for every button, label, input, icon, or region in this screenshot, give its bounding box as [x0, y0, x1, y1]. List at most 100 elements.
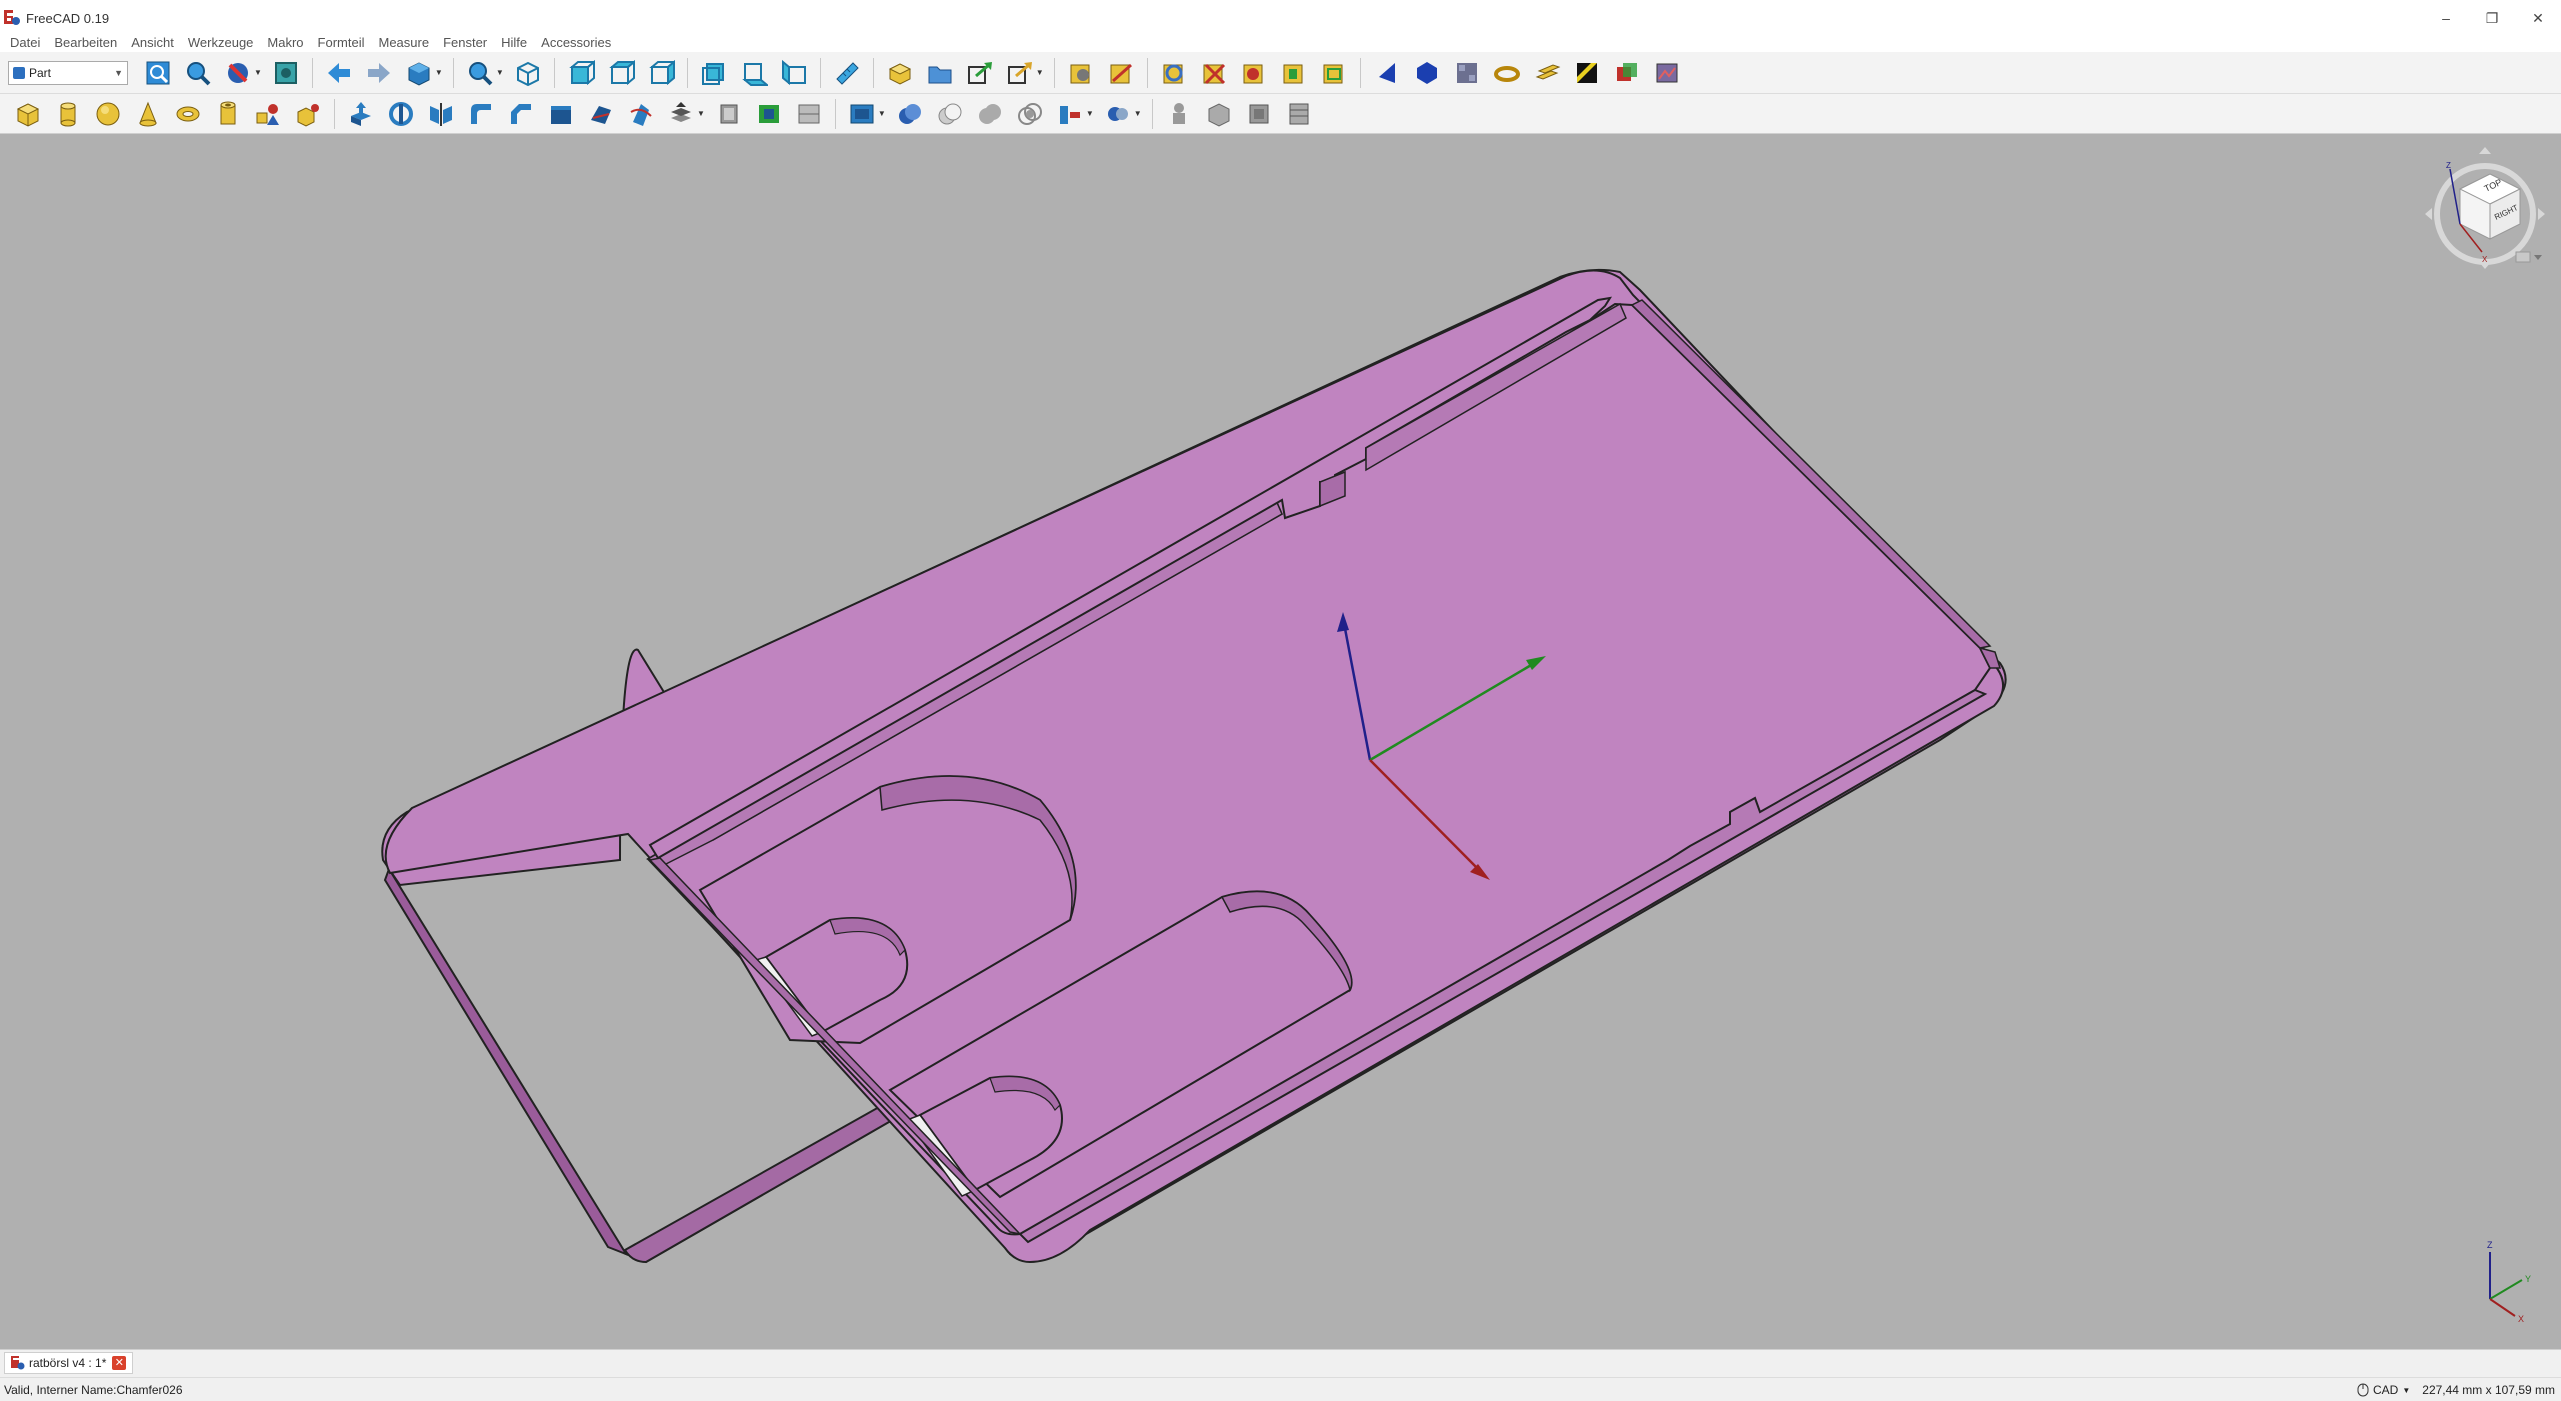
defeaturing-button[interactable]: [1202, 97, 1236, 131]
join-features-button[interactable]: [1101, 97, 1135, 131]
menu-accessories[interactable]: Accessories: [535, 35, 619, 50]
check-geometry-button[interactable]: [1162, 97, 1196, 131]
section-cut-button[interactable]: [1282, 97, 1316, 131]
mirror-button[interactable]: [424, 97, 458, 131]
chevron-down-icon[interactable]: ▼: [697, 109, 705, 118]
navigation-style-selector[interactable]: CAD ▼: [2357, 1383, 2410, 1397]
primitives-button[interactable]: [251, 97, 285, 131]
macro-ring-button[interactable]: [1490, 56, 1524, 90]
cut-button[interactable]: [933, 97, 967, 131]
3d-scene[interactable]: [0, 134, 2561, 1349]
forward-button[interactable]: [362, 56, 396, 90]
measure-toggle-all-button[interactable]: [1317, 56, 1351, 90]
measure-linear-button[interactable]: [1064, 56, 1098, 90]
chevron-down-icon[interactable]: ▼: [1134, 109, 1142, 118]
navigation-cube[interactable]: TOP RIGHT Z X: [2420, 144, 2550, 294]
view-top-button[interactable]: [604, 56, 638, 90]
menu-werkzeuge[interactable]: Werkzeuge: [182, 35, 262, 50]
rotate-right-icon[interactable]: [2538, 208, 2545, 220]
measure-clear-button[interactable]: [1197, 56, 1231, 90]
offset-button[interactable]: [664, 97, 698, 131]
menu-measure[interactable]: Measure: [372, 35, 437, 50]
measure-toggle-3d-button[interactable]: [1237, 56, 1271, 90]
std-views-button[interactable]: [402, 56, 436, 90]
torus-button[interactable]: [171, 97, 205, 131]
chevron-down-icon[interactable]: ▼: [496, 68, 504, 77]
draw-style-button[interactable]: [221, 56, 255, 90]
macro-image-button[interactable]: [1650, 56, 1684, 90]
macro-caution-button[interactable]: [1570, 56, 1604, 90]
fit-all-button[interactable]: [141, 56, 175, 90]
macro-blue-polygon-button[interactable]: [1410, 56, 1444, 90]
macro-blue-triangle-button[interactable]: [1370, 56, 1404, 90]
macro-stack-button[interactable]: [1530, 56, 1564, 90]
menu-bearbeiten[interactable]: Bearbeiten: [48, 35, 125, 50]
shape-builder-button[interactable]: [291, 97, 325, 131]
create-group-button[interactable]: [923, 56, 957, 90]
view-front-button[interactable]: [564, 56, 598, 90]
chevron-down-icon[interactable]: ▼: [1086, 109, 1094, 118]
measure-angular-button[interactable]: [1104, 56, 1138, 90]
bounding-box-button[interactable]: [269, 56, 303, 90]
measure-refresh-button[interactable]: [1157, 56, 1191, 90]
view-bottom-button[interactable]: [737, 56, 771, 90]
chamfer-button[interactable]: [504, 97, 538, 131]
cross-section-button[interactable]: [792, 97, 826, 131]
menu-fenster[interactable]: Fenster: [437, 35, 495, 50]
link-actions-button[interactable]: [1003, 56, 1037, 90]
menu-hilfe[interactable]: Hilfe: [495, 35, 535, 50]
minimize-icon[interactable]: –: [2423, 0, 2469, 36]
view-right-button[interactable]: [644, 56, 678, 90]
macro-texture-button[interactable]: [1450, 56, 1484, 90]
menu-ansicht[interactable]: Ansicht: [125, 35, 182, 50]
compound-tools-button[interactable]: [845, 97, 879, 131]
menu-makro[interactable]: Makro: [261, 35, 311, 50]
chevron-down-icon[interactable]: ▼: [1036, 68, 1044, 77]
attachment-button[interactable]: [1242, 97, 1276, 131]
close-icon[interactable]: ✕: [2515, 0, 2561, 36]
ruled-surface-button[interactable]: [584, 97, 618, 131]
split-tools-button[interactable]: [1053, 97, 1087, 131]
part-model[interactable]: [381, 268, 2007, 1264]
cylinder-button[interactable]: [51, 97, 85, 131]
rotate-down-icon[interactable]: [2479, 262, 2491, 269]
cube-button[interactable]: [11, 97, 45, 131]
view-isometric-button[interactable]: [511, 56, 545, 90]
measure-toggle-delta-button[interactable]: [1277, 56, 1311, 90]
chevron-down-icon[interactable]: ▼: [254, 68, 262, 77]
workbench-selector[interactable]: Part ▼: [8, 60, 128, 85]
revolve-button[interactable]: [384, 97, 418, 131]
sphere-button[interactable]: [91, 97, 125, 131]
projection-button[interactable]: [752, 97, 786, 131]
rotate-left-icon[interactable]: [2425, 208, 2432, 220]
measure-distance-button[interactable]: [830, 56, 864, 90]
loft-button[interactable]: [624, 97, 658, 131]
menu-formteil[interactable]: Formteil: [312, 35, 373, 50]
fillet-button[interactable]: [464, 97, 498, 131]
menu-datei[interactable]: Datei: [4, 35, 48, 50]
navcube-menu-icon[interactable]: [2515, 251, 2531, 263]
make-face-button[interactable]: [544, 97, 578, 131]
tube-button[interactable]: [211, 97, 245, 131]
thickness-button[interactable]: [712, 97, 746, 131]
chevron-down-icon[interactable]: ▼: [435, 68, 443, 77]
back-button[interactable]: [322, 56, 356, 90]
close-tab-icon[interactable]: ✕: [112, 1356, 127, 1370]
fit-selection-button[interactable]: [181, 56, 215, 90]
rotate-up-icon[interactable]: [2479, 147, 2491, 154]
extrude-button[interactable]: [344, 97, 378, 131]
view-left-button[interactable]: [777, 56, 811, 90]
boolean-button[interactable]: [893, 97, 927, 131]
chevron-down-icon[interactable]: [2534, 255, 2542, 260]
fuse-button[interactable]: [973, 97, 1007, 131]
common-button[interactable]: [1013, 97, 1047, 131]
zoom-button[interactable]: [463, 56, 497, 90]
document-tab[interactable]: ratbörsl v4 : 1* ✕: [4, 1352, 134, 1374]
cone-button[interactable]: [131, 97, 165, 131]
view-rear-button[interactable]: [697, 56, 731, 90]
create-part-button[interactable]: [883, 56, 917, 90]
restore-icon[interactable]: ❐: [2469, 0, 2515, 36]
create-link-button[interactable]: [963, 56, 997, 90]
3d-view[interactable]: TOP RIGHT Z X Z Y X: [0, 134, 2561, 1349]
chevron-down-icon[interactable]: ▼: [878, 109, 886, 118]
